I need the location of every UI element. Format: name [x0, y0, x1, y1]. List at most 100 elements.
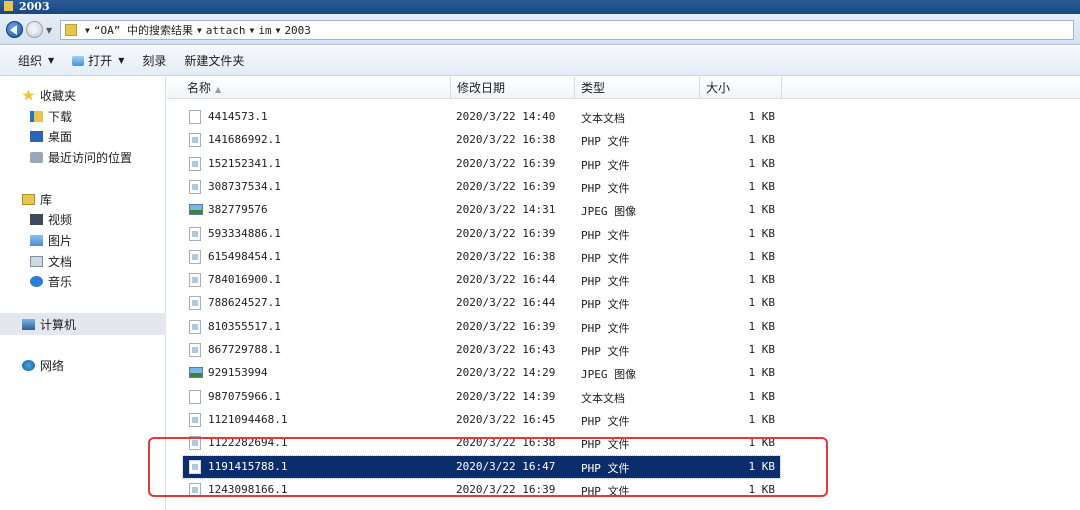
- nav-favorites[interactable]: 收藏夹: [22, 86, 76, 104]
- file-name: 867729788.1: [208, 343, 281, 356]
- file-type: PHP 文件: [581, 414, 630, 428]
- file-row[interactable]: 987075966.1 2020/3/22 14:39 文本文档 1 KB: [183, 386, 780, 408]
- file-name: 929153994: [208, 366, 268, 380]
- file-row[interactable]: 4414573.1 2020/3/22 14:40 文本文档 1 KB: [183, 106, 780, 128]
- back-button[interactable]: [6, 21, 23, 38]
- forward-button[interactable]: [26, 21, 43, 38]
- command-toolbar: 组织 ▼ 打开 ▼ 刻录 新建文件夹: [0, 46, 1080, 76]
- file-size: 1 KB: [748, 296, 776, 310]
- star-icon: [22, 89, 35, 101]
- column-header-size[interactable]: 大小: [700, 77, 782, 99]
- nav-computer[interactable]: 计算机: [22, 315, 76, 333]
- file-row[interactable]: 1243098166.1 2020/3/22 16:39 PHP 文件 1 KB: [183, 479, 780, 501]
- open-button[interactable]: 打开 ▼: [72, 52, 124, 69]
- file-row[interactable]: 788624527.1 2020/3/22 16:44 PHP 文件 1 KB: [183, 292, 780, 314]
- file-row[interactable]: 867729788.1 2020/3/22 16:43 PHP 文件 1 KB: [183, 339, 780, 361]
- nav-desktop[interactable]: 桌面: [30, 127, 72, 145]
- file-type: JPEG 图像: [581, 205, 637, 219]
- column-header-name[interactable]: 名称 ▲: [167, 77, 451, 99]
- file-name: 1191415788.1: [208, 459, 288, 473]
- nav-label: 计算机: [40, 317, 77, 332]
- file-type: PHP 文件: [581, 181, 630, 195]
- file-name: 987075966.1: [208, 389, 281, 403]
- file-type: JPEG 图像: [581, 368, 637, 382]
- column-label: 修改日期: [457, 81, 506, 95]
- chevron-right-icon[interactable]: ▼: [85, 26, 90, 35]
- file-row[interactable]: 929153994 2020/3/22 14:29 JPEG 图像 1 KB: [183, 362, 780, 384]
- new-folder-button[interactable]: 新建文件夹: [184, 52, 244, 69]
- back-arrow-icon: [10, 25, 17, 35]
- window-title-bar: 2003: [0, 0, 1080, 14]
- chevron-down-icon[interactable]: ▼: [197, 26, 202, 35]
- file-date: 2020/3/22 14:39: [456, 389, 556, 403]
- file-row[interactable]: 784016900.1 2020/3/22 16:44 PHP 文件 1 KB: [183, 269, 780, 291]
- file-row[interactable]: 1122282694.1 2020/3/22 16:38 PHP 文件 1 KB: [183, 432, 780, 454]
- nav-documents[interactable]: 文档: [30, 252, 72, 270]
- php-file-icon: [189, 482, 201, 497]
- file-type: 文本文档: [581, 112, 625, 125]
- nav-recent-places[interactable]: 最近访问的位置: [30, 148, 132, 166]
- folder-icon: [4, 1, 13, 11]
- file-date: 2020/3/22 16:44: [456, 273, 556, 287]
- file-size: 1 KB: [748, 273, 776, 287]
- file-size: 1 KB: [748, 249, 776, 263]
- breadcrumb-item[interactable]: “OA” 中的搜索结果: [94, 22, 193, 38]
- file-row[interactable]: 810355517.1 2020/3/22 16:39 PHP 文件 1 KB: [183, 316, 780, 338]
- chevron-down-icon[interactable]: ▼: [276, 26, 281, 35]
- file-row[interactable]: 1191415788.1 2020/3/22 16:47 PHP 文件 1 KB: [182, 454, 781, 479]
- nav-music[interactable]: 音乐: [30, 272, 72, 290]
- breadcrumb-item[interactable]: 2003: [284, 24, 311, 37]
- nav-label: 视频: [48, 212, 73, 227]
- file-row[interactable]: 382779576 2020/3/22 14:31 JPEG 图像 1 KB: [183, 199, 780, 221]
- file-type: PHP 文件: [581, 438, 630, 452]
- nav-downloads[interactable]: 下载: [30, 107, 72, 125]
- file-date: 2020/3/22 16:39: [456, 482, 556, 496]
- column-header-date[interactable]: 修改日期: [451, 77, 575, 99]
- file-name: 141686992.1: [208, 133, 281, 147]
- file-row[interactable]: 308737534.1 2020/3/22 16:39 PHP 文件 1 KB: [183, 176, 780, 198]
- file-name: 1122282694.1: [208, 436, 288, 450]
- file-size: 1 KB: [748, 366, 776, 380]
- navigation-pane: 收藏夹 下载 桌面 最近访问的位置 库 视频 图片 文档 音乐 计算机 网络: [0, 77, 166, 510]
- folder-icon: [65, 24, 77, 36]
- file-date: 2020/3/22 16:43: [456, 343, 556, 356]
- nav-label: 桌面: [48, 129, 73, 144]
- file-size: 1 KB: [748, 436, 776, 450]
- nav-videos[interactable]: 视频: [30, 210, 72, 228]
- nav-label: 收藏夹: [40, 88, 77, 103]
- file-row[interactable]: 593334886.1 2020/3/22 16:39 PHP 文件 1 KB: [183, 223, 780, 245]
- file-size: 1 KB: [748, 319, 776, 333]
- burn-button[interactable]: 刻录: [142, 52, 166, 69]
- nav-libraries[interactable]: 库: [22, 190, 52, 208]
- file-size: 1 KB: [748, 343, 776, 356]
- file-size: 1 KB: [748, 179, 776, 193]
- file-row[interactable]: 615498454.1 2020/3/22 16:38 PHP 文件 1 KB: [183, 246, 780, 268]
- file-name: 1243098166.1: [208, 482, 288, 496]
- chevron-down-icon[interactable]: ▼: [250, 26, 255, 35]
- file-row[interactable]: 141686992.1 2020/3/22 16:38 PHP 文件 1 KB: [183, 129, 780, 151]
- file-type: PHP 文件: [581, 275, 630, 289]
- breadcrumb[interactable]: ▼ “OA” 中的搜索结果 ▼ attach ▼ im ▼ 2003: [60, 20, 1074, 40]
- php-file-icon: [189, 459, 201, 474]
- nav-network[interactable]: 网络: [22, 356, 64, 374]
- nav-pictures[interactable]: 图片: [30, 231, 72, 249]
- column-header-type[interactable]: 类型: [575, 77, 700, 99]
- text-doc-icon: [189, 110, 201, 124]
- file-date: 2020/3/22 16:39: [456, 226, 556, 240]
- recent-pages-dropdown[interactable]: ▼: [46, 26, 52, 35]
- forward-arrow-icon: [32, 25, 39, 35]
- php-file-icon: [189, 319, 201, 334]
- organize-button[interactable]: 组织 ▼: [18, 52, 54, 69]
- file-size: 1 KB: [748, 226, 776, 240]
- file-type: PHP 文件: [581, 228, 630, 242]
- jpeg-image-icon: [189, 204, 203, 216]
- file-size: 1 KB: [748, 110, 776, 123]
- file-row[interactable]: 1121094468.1 2020/3/22 16:45 PHP 文件 1 KB: [183, 409, 780, 431]
- file-name: 788624527.1: [208, 296, 281, 310]
- file-row[interactable]: 152152341.1 2020/3/22 16:39 PHP 文件 1 KB: [183, 153, 780, 175]
- breadcrumb-item[interactable]: attach: [206, 24, 246, 37]
- breadcrumb-item[interactable]: im: [258, 24, 271, 37]
- nav-label: 下载: [48, 109, 73, 124]
- file-type: PHP 文件: [581, 158, 630, 172]
- file-name: 308737534.1: [208, 179, 281, 193]
